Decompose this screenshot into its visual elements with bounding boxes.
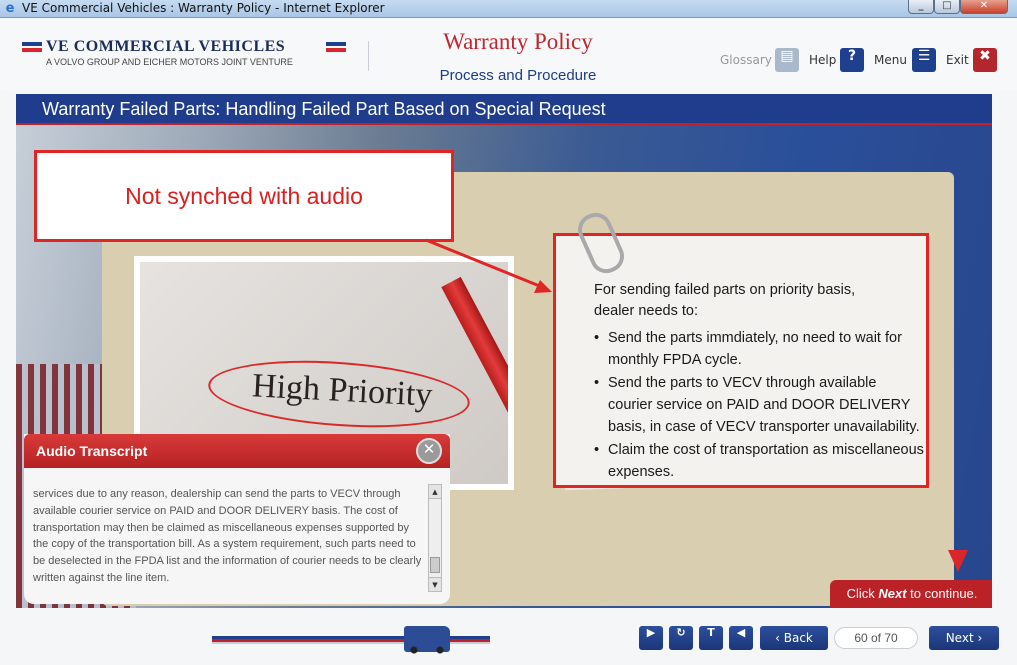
play-icon: ▶ bbox=[646, 626, 656, 639]
audio-transcript-title: Audio Transcript bbox=[36, 443, 148, 459]
scrollbar-thumb[interactable] bbox=[430, 557, 440, 573]
bullet-icon: • bbox=[594, 375, 600, 391]
replay-icon: ↻ bbox=[676, 626, 686, 639]
course-header: VE COMMERCIAL VEHICLES A VOLVO GROUP AND… bbox=[0, 19, 1017, 90]
transcript-scrollbar[interactable]: ▲ ▼ bbox=[428, 484, 442, 592]
slide-title-banner: Warranty Failed Parts: Handling Failed P… bbox=[16, 94, 992, 125]
menu-label: Menu bbox=[874, 53, 907, 67]
chevron-right-icon: › bbox=[973, 631, 983, 645]
text-icon: T bbox=[707, 626, 715, 639]
audio-toggle-button[interactable]: ◀ bbox=[729, 626, 753, 650]
window-title: VE Commercial Vehicles : Warranty Policy… bbox=[22, 1, 385, 15]
page-indicator: 60 of 70 bbox=[834, 627, 918, 649]
course-subtitle: Process and Procedure bbox=[439, 67, 597, 84]
menu-tree-icon: ☰ bbox=[917, 48, 931, 64]
next-hint-suffix: to continue. bbox=[906, 586, 978, 601]
book-icon: ▤ bbox=[780, 48, 794, 64]
note-item-text: Send the parts immdiately, no need to wa… bbox=[608, 330, 902, 368]
logo-flag-right bbox=[326, 42, 346, 52]
bullet-icon: • bbox=[594, 442, 600, 458]
browser-window: e VE Commercial Vehicles : Warranty Poli… bbox=[0, 0, 1017, 665]
glossary-button[interactable]: ▤ bbox=[775, 48, 799, 72]
internet-explorer-icon: e bbox=[5, 1, 15, 16]
bullet-icon: • bbox=[594, 330, 600, 346]
note-item: • Send the parts to VECV through availabl… bbox=[594, 372, 924, 438]
help-label: Help bbox=[809, 53, 837, 67]
logo-flag-left bbox=[22, 42, 42, 52]
slide-title: Warranty Failed Parts: Handling Failed P… bbox=[42, 99, 606, 119]
note-item-text: Claim the cost of transportation as misc… bbox=[608, 442, 924, 480]
note-intro: For sending failed parts on priority bas… bbox=[594, 282, 856, 319]
next-hint-arrow-icon bbox=[948, 550, 968, 572]
minimize-button[interactable]: _ bbox=[908, 0, 934, 14]
close-icon: ✕ bbox=[422, 440, 436, 458]
company-logo-title: VE COMMERCIAL VEHICLES bbox=[46, 38, 286, 55]
close-window-button[interactable]: ✕ bbox=[960, 0, 1008, 14]
audio-transcript-panel: Audio Transcript ✕ services due to any r… bbox=[24, 434, 450, 604]
menu-button[interactable]: ☰ bbox=[912, 48, 936, 72]
glossary-label: Glossary bbox=[720, 53, 772, 67]
next-hint: Click Next to continue. bbox=[830, 580, 992, 608]
exit-button[interactable]: ✖ bbox=[973, 48, 997, 72]
close-transcript-button[interactable]: ✕ bbox=[416, 438, 442, 464]
replay-button[interactable]: ↻ bbox=[669, 626, 693, 650]
back-button[interactable]: ‹ Back bbox=[760, 626, 828, 650]
scroll-up-arrow-icon[interactable]: ▲ bbox=[429, 485, 441, 499]
window-title-bar: e VE Commercial Vehicles : Warranty Poli… bbox=[0, 0, 1017, 18]
next-hint-prefix: Click bbox=[846, 586, 879, 601]
exit-label: Exit bbox=[946, 53, 969, 67]
question-icon: ? bbox=[847, 48, 857, 64]
header-divider bbox=[368, 41, 369, 71]
note-item-text: Send the parts to VECV through available… bbox=[608, 375, 920, 435]
scroll-down-arrow-icon[interactable]: ▼ bbox=[429, 577, 441, 591]
note-list: • Send the parts immdiately, no need to w… bbox=[594, 327, 924, 484]
back-label: Back bbox=[783, 631, 813, 645]
player-footer: ▶ ↻ T ◀ ‹ Back 60 of 70 Next › bbox=[0, 612, 1017, 665]
note-item: • Claim the cost of transportation as mis… bbox=[594, 439, 924, 483]
exit-x-icon: ✖ bbox=[979, 48, 991, 64]
next-hint-keyword: Next bbox=[878, 586, 907, 601]
chevron-left-icon: ‹ bbox=[775, 631, 784, 645]
audio-transcript-text: services due to any reason, dealership c… bbox=[33, 488, 422, 584]
red-pencil-illustration bbox=[441, 276, 508, 482]
speaker-icon: ◀ bbox=[736, 626, 746, 639]
note-item: • Send the parts immdiately, no need to w… bbox=[594, 327, 924, 371]
slide-stage: Warranty Failed Parts: Handling Failed P… bbox=[16, 94, 992, 608]
review-callout-box: Not synched with audio bbox=[34, 150, 454, 242]
maximize-button[interactable]: □ bbox=[934, 0, 960, 14]
play-button[interactable]: ▶ bbox=[639, 626, 663, 650]
audio-transcript-header: Audio Transcript ✕ bbox=[24, 434, 450, 468]
help-button[interactable]: ? bbox=[840, 48, 864, 72]
next-label: Next bbox=[945, 631, 974, 645]
next-button[interactable]: Next › bbox=[929, 626, 999, 650]
transcript-toggle-button[interactable]: T bbox=[699, 626, 723, 650]
course-title: Warranty Policy bbox=[443, 29, 593, 54]
company-logo-subtitle: A VOLVO GROUP AND EICHER MOTORS JOINT VE… bbox=[46, 57, 293, 67]
truck-progress-icon bbox=[404, 626, 450, 654]
callout-text: Not synched with audio bbox=[125, 183, 363, 209]
